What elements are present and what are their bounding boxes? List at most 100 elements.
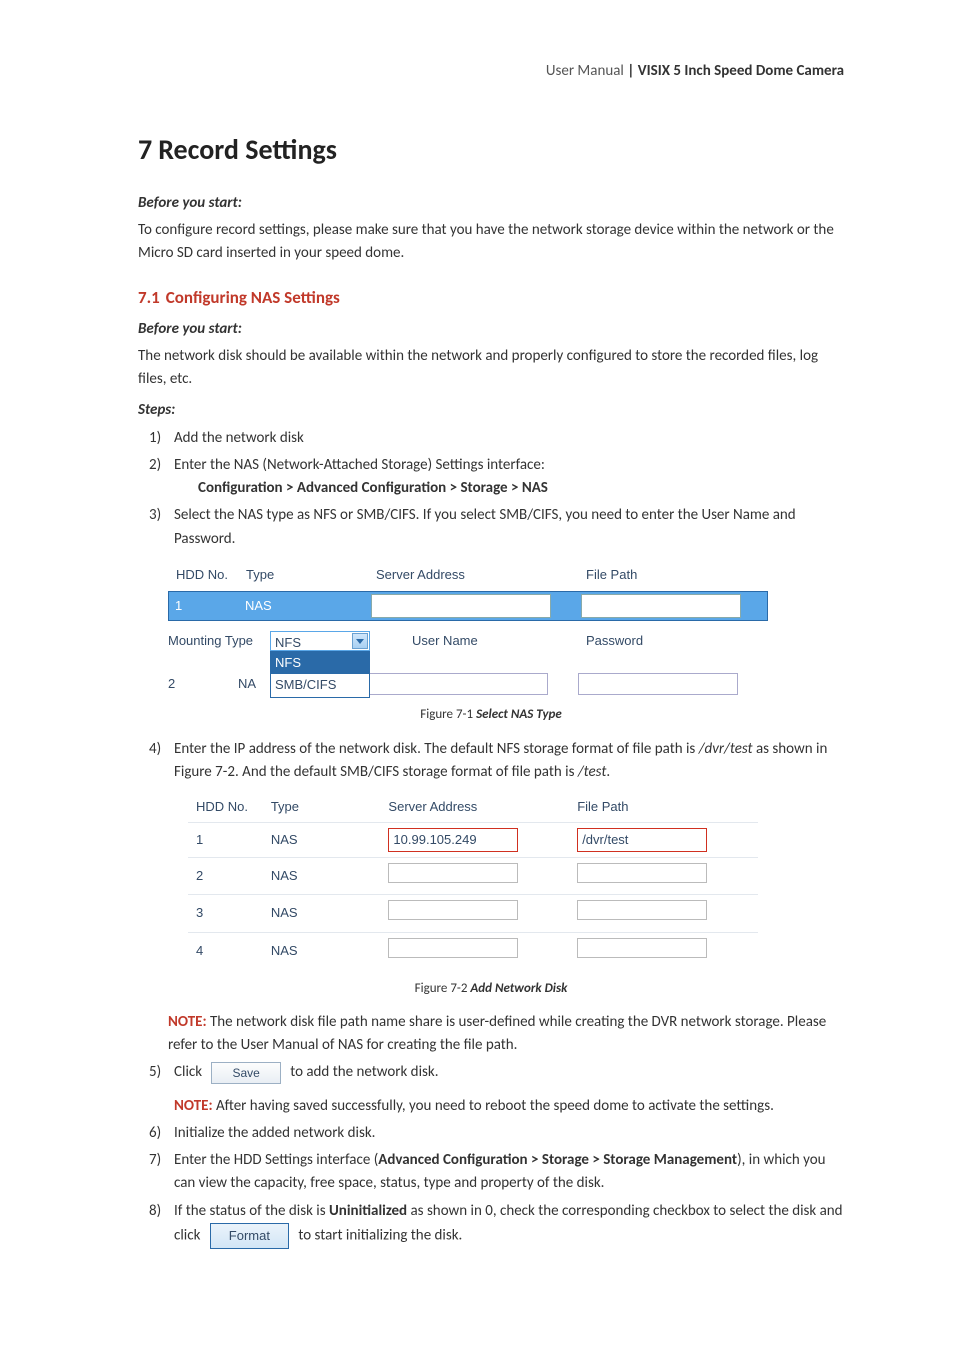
note-2-label: NOTE: [174,1097,213,1115]
header-left: User Manual [546,62,624,80]
fig1-row2-na: NA [238,674,268,694]
step-5b: to add the network disk. [287,1063,439,1081]
fig1-row1-no: 1 [171,594,241,618]
steps-list: Add the network disk Enter the NAS (Netw… [138,427,844,551]
fig1-password-input[interactable] [578,673,738,695]
fig1-username-label: User Name [372,631,552,651]
step-8a: If the status of the disk is [174,1202,329,1220]
fig1-filepath-input[interactable] [581,594,741,618]
section-heading: 7.1Configuring NAS Settings [138,285,844,311]
chevron-down-icon[interactable] [352,633,368,649]
step-4d: /test [578,763,607,781]
fig2-cell-no: 4 [188,932,263,969]
figure-7-2: HDD No. Type Server Address File Path 1N… [188,792,758,969]
fig1-mounting-dropdown[interactable]: NFS NFS SMB/CIFS [270,631,370,651]
fig2-caption-num: Figure 7-2 [415,981,471,996]
fig2-server-input[interactable] [388,900,518,920]
fig2-caption-title: Add Network Disk [470,981,567,996]
section-intro: The network disk should be available wit… [138,345,844,392]
table-row[interactable]: 4NAS [188,932,758,969]
fig2-col-hddno: HDD No. [188,792,263,823]
fig2-col-server: Server Address [380,792,569,823]
format-button[interactable]: Format [210,1223,289,1249]
step-7: Enter the HDD Settings interface (Advanc… [168,1149,844,1196]
step-2: Enter the NAS (Network-Attached Storage)… [168,454,844,501]
steps-label: Steps: [138,399,844,422]
fig1-mounting-label: Mounting Type [168,631,268,651]
figure-7-2-caption: Figure 7-2 Add Network Disk [138,979,844,999]
fig2-filepath-input[interactable] [577,900,707,920]
step-8b: Uninitialized [329,1202,407,1220]
fig1-opt-smbcifs[interactable]: SMB/CIFS [271,674,369,696]
fig1-selected-row[interactable]: 1 NAS [168,591,768,621]
fig1-col-type: Type [242,563,372,587]
fig2-filepath-input[interactable] [577,863,707,883]
fig1-row2-no: 2 [168,674,238,694]
fig2-filepath-input[interactable] [577,938,707,958]
fig1-opt-nfs[interactable]: NFS [271,652,369,674]
step-7a: Enter the HDD Settings interface ( [174,1151,378,1169]
step-8d: to start initializing the disk. [295,1227,462,1245]
fig1-row2: 2 NA [168,673,768,695]
step-3: Select the NAS type as NFS or SMB/CIFS. … [168,504,844,551]
steps-list-cont: Enter the IP address of the network disk… [138,738,844,785]
fig1-col-hddno: HDD No. [172,563,242,587]
header-sep: | [624,62,638,80]
chapter-heading: 7Record Settings [138,128,844,171]
section-title: Configuring NAS Settings [166,287,340,308]
fig1-mounting-row: Mounting Type NFS NFS SMB/CIFS User Name… [168,631,768,651]
fig2-filepath-input[interactable]: /dvr/test [577,828,707,852]
table-row[interactable]: 2NAS [188,858,758,895]
fig2-cell-no: 1 [188,823,263,858]
fig2-cell-no: 3 [188,895,263,932]
table-row[interactable]: 3NAS [188,895,758,932]
fig2-cell-type: NAS [263,932,381,969]
fig1-header-row: HDD No. Type Server Address File Path [168,559,768,591]
fig1-caption-num: Figure 7-1 [420,707,476,722]
fig1-col-filepath: File Path [582,563,742,587]
step-7b: Advanced Configuration > Storage > Stora… [378,1151,737,1169]
fig1-mounting-options[interactable]: NFS SMB/CIFS [270,651,370,697]
fig2-server-input[interactable] [388,938,518,958]
step-6: Initialize the added network disk. [168,1122,844,1145]
save-button[interactable]: Save [211,1062,280,1085]
fig2-cell-type: NAS [263,823,381,858]
step-4: Enter the IP address of the network disk… [168,738,844,785]
intro-paragraph: To configure record settings, please mak… [138,219,844,266]
before-you-start-2: Before you start: [138,318,844,341]
step-4b: /dvr/test [699,740,753,758]
fig2-cell-type: NAS [263,858,381,895]
step-4e: . [606,763,610,781]
step-8: If the status of the disk is Uninitializ… [168,1200,844,1249]
fig2-cell-type: NAS [263,895,381,932]
fig1-caption-title: Select NAS Type [476,707,562,722]
figure-7-1: HDD No. Type Server Address File Path 1 … [168,559,768,695]
step-5: Click Save to add the network disk. NOTE… [168,1061,844,1118]
step-2-text: Enter the NAS (Network-Attached Storage)… [174,456,545,474]
fig2-server-input[interactable] [388,863,518,883]
fig2-col-type: Type [263,792,381,823]
fig1-username-input[interactable] [368,673,548,695]
note-1: NOTE: The network disk file path name sh… [168,1011,844,1058]
step-2-path: Configuration > Advanced Configuration >… [198,477,844,500]
step-4a: Enter the IP address of the network disk… [174,740,699,758]
fig1-password-label: Password [586,631,746,651]
chapter-number: 7 [138,132,152,167]
step-5a: Click [174,1063,205,1081]
note-2: NOTE: After having saved successfully, y… [174,1095,844,1118]
header-right: VISIX 5 Inch Speed Dome Camera [638,62,844,80]
table-row[interactable]: 1NAS 10.99.105.249/dvr/test [188,823,758,858]
fig2-header-row: HDD No. Type Server Address File Path [188,792,758,823]
chapter-title: Record Settings [158,132,337,167]
page-header: User Manual | VISIX 5 Inch Speed Dome Ca… [138,60,844,83]
note-1-text: The network disk file path name share is… [168,1013,826,1054]
fig2-cell-no: 2 [188,858,263,895]
fig1-mounting-value: NFS [275,635,301,650]
steps-list-cont2: Click Save to add the network disk. NOTE… [138,1061,844,1249]
fig2-col-filepath: File Path [569,792,758,823]
fig1-row1-type: NAS [241,594,371,618]
before-you-start-1: Before you start: [138,192,844,215]
fig1-server-input[interactable] [371,594,551,618]
fig1-col-server: Server Address [372,563,552,587]
fig2-server-input[interactable]: 10.99.105.249 [388,828,518,852]
